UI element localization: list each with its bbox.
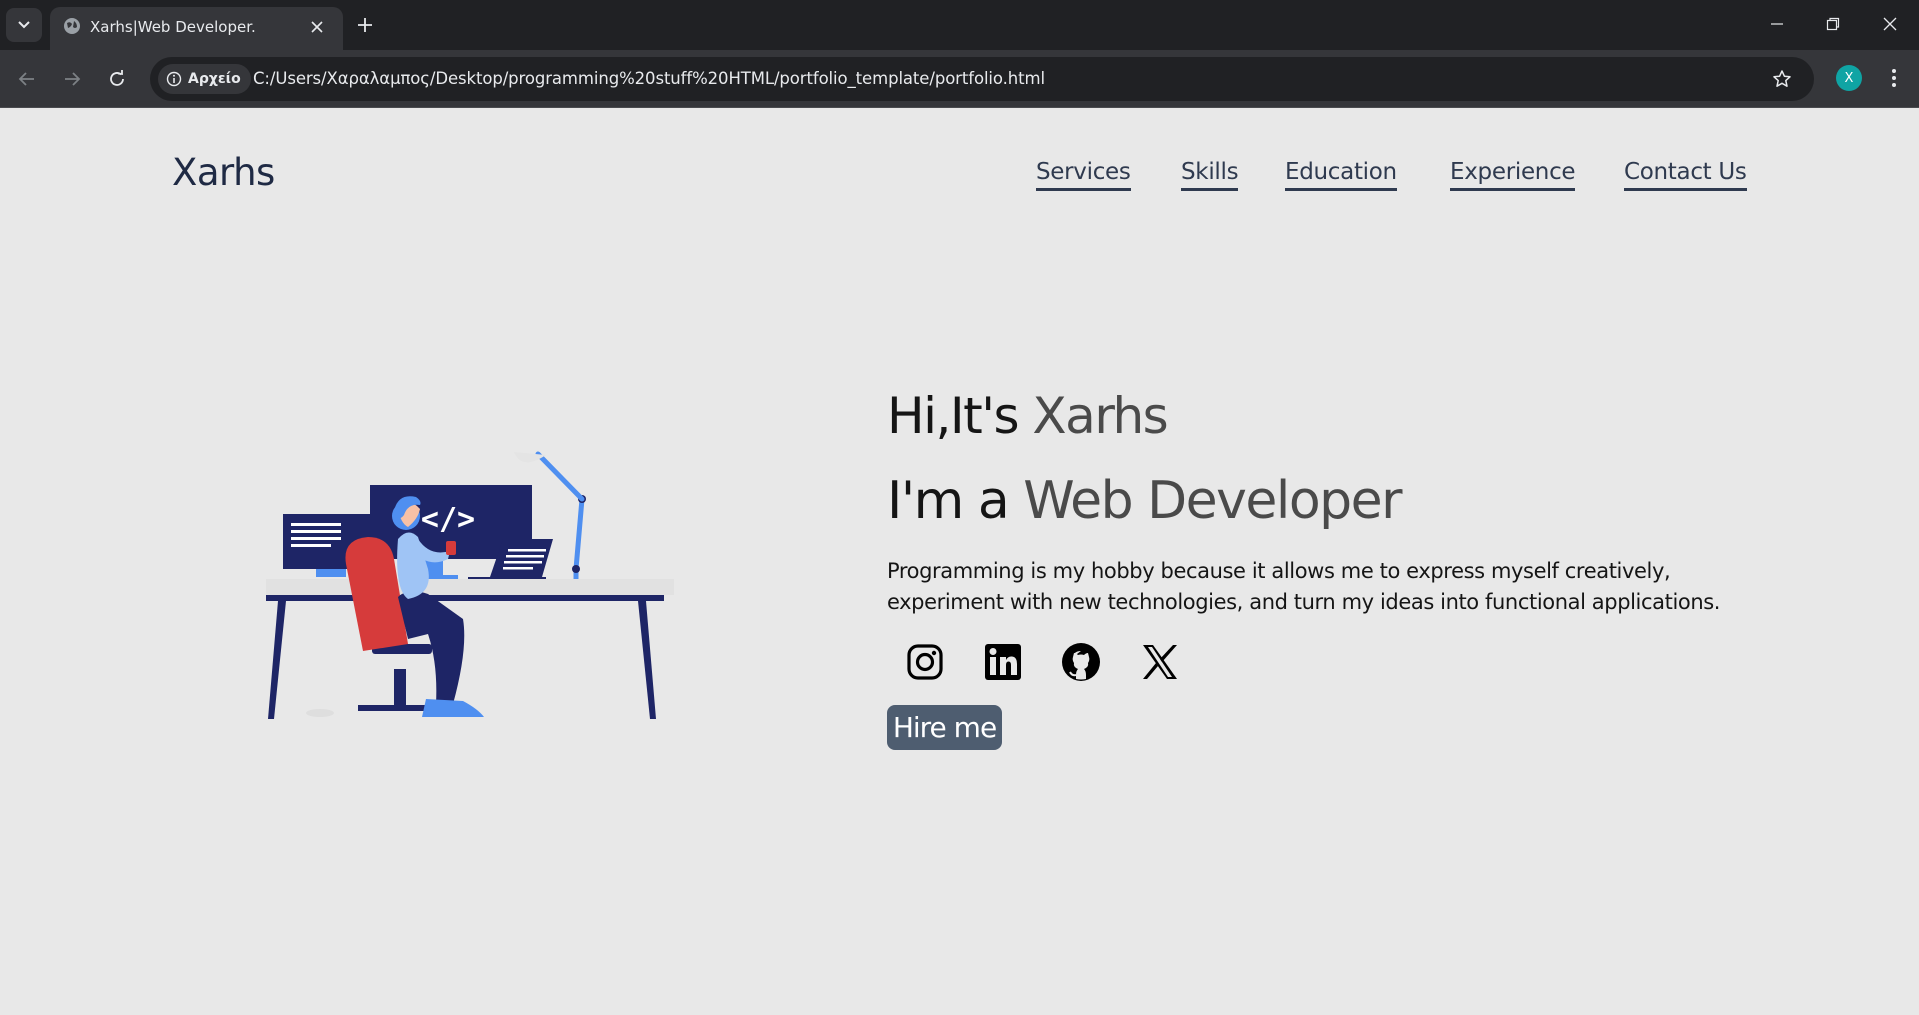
- linkedin-link[interactable]: [982, 641, 1024, 683]
- site-info-chip[interactable]: Αρχείο: [158, 64, 251, 94]
- hero-role-title: Web Developer: [1023, 471, 1402, 531]
- hero-name: Xarhs: [1032, 387, 1168, 445]
- browser-menu-button[interactable]: [1880, 64, 1908, 92]
- tab-title: Xarhs|Web Developer.: [90, 18, 256, 36]
- nav-link-experience[interactable]: Experience: [1450, 159, 1576, 191]
- minimize-button[interactable]: [1759, 10, 1795, 38]
- browser-toolbar: Αρχείο C:/Users/Χαραλαμπος/Desktop/progr…: [0, 50, 1919, 108]
- browser-tab-bar: Xarhs|Web Developer.: [0, 0, 1919, 50]
- reload-icon: [110, 70, 124, 86]
- hero-role-prefix: I'm a: [887, 471, 1024, 531]
- hero-greeting: Hi,It's Xarhs: [887, 387, 1169, 445]
- address-bar[interactable]: Αρχείο C:/Users/Χαραλαμπος/Desktop/progr…: [150, 57, 1814, 101]
- nav-link-contact-us[interactable]: Contact Us: [1624, 159, 1747, 191]
- forward-button[interactable]: [57, 64, 87, 94]
- instagram-link[interactable]: [904, 641, 946, 683]
- instagram-icon: [907, 644, 943, 680]
- reload-button[interactable]: [102, 64, 132, 94]
- bookmark-button[interactable]: [1770, 67, 1794, 91]
- nav-link-skills[interactable]: Skills: [1181, 159, 1239, 191]
- linkedin-icon: [985, 644, 1021, 680]
- star-icon: [1773, 70, 1791, 87]
- tab-search-button[interactable]: [6, 8, 42, 42]
- profile-avatar[interactable]: X: [1836, 65, 1862, 91]
- x-twitter-link[interactable]: [1139, 641, 1181, 683]
- hero-role: I'm a Web Developer: [887, 471, 1403, 531]
- minimize-icon: [1771, 23, 1783, 25]
- hire-me-button[interactable]: Hire me: [887, 705, 1002, 750]
- back-button[interactable]: [12, 64, 42, 94]
- close-icon: [1883, 17, 1897, 31]
- browser-tab[interactable]: Xarhs|Web Developer.: [50, 7, 343, 50]
- svg-text:</>: </>: [421, 502, 475, 537]
- site-logo[interactable]: Xarhs: [172, 151, 275, 194]
- plus-icon: [358, 18, 372, 32]
- site-chip-label: Αρχείο: [188, 71, 241, 87]
- portfolio-page: Xarhs Services Skills Education Experien…: [0, 109, 1919, 1015]
- restore-button[interactable]: [1815, 10, 1851, 38]
- tab-close-button[interactable]: [307, 17, 327, 37]
- restore-icon: [1826, 17, 1840, 31]
- nav-link-education[interactable]: Education: [1285, 159, 1397, 191]
- github-link[interactable]: [1060, 641, 1102, 683]
- close-window-button[interactable]: [1872, 10, 1908, 38]
- more-vertical-icon: [1892, 69, 1896, 87]
- globe-icon: [64, 18, 80, 34]
- nav-link-services[interactable]: Services: [1036, 159, 1131, 191]
- chevron-down-icon: [18, 21, 30, 29]
- github-icon: [1062, 643, 1100, 681]
- hero-description: Programming is my hobby because it allow…: [887, 559, 1721, 614]
- arrow-right-icon: [65, 72, 81, 86]
- developer-illustration: </>: [266, 451, 674, 719]
- hero-greeting-prefix: Hi,It's: [887, 387, 1033, 445]
- arrow-left-icon: [18, 72, 34, 86]
- x-icon: [1143, 645, 1177, 679]
- url-text[interactable]: C:/Users/Χαραλαμπος/Desktop/programming%…: [253, 69, 1045, 88]
- new-tab-button[interactable]: [352, 12, 378, 38]
- close-icon: [311, 21, 323, 33]
- info-icon: [166, 71, 182, 87]
